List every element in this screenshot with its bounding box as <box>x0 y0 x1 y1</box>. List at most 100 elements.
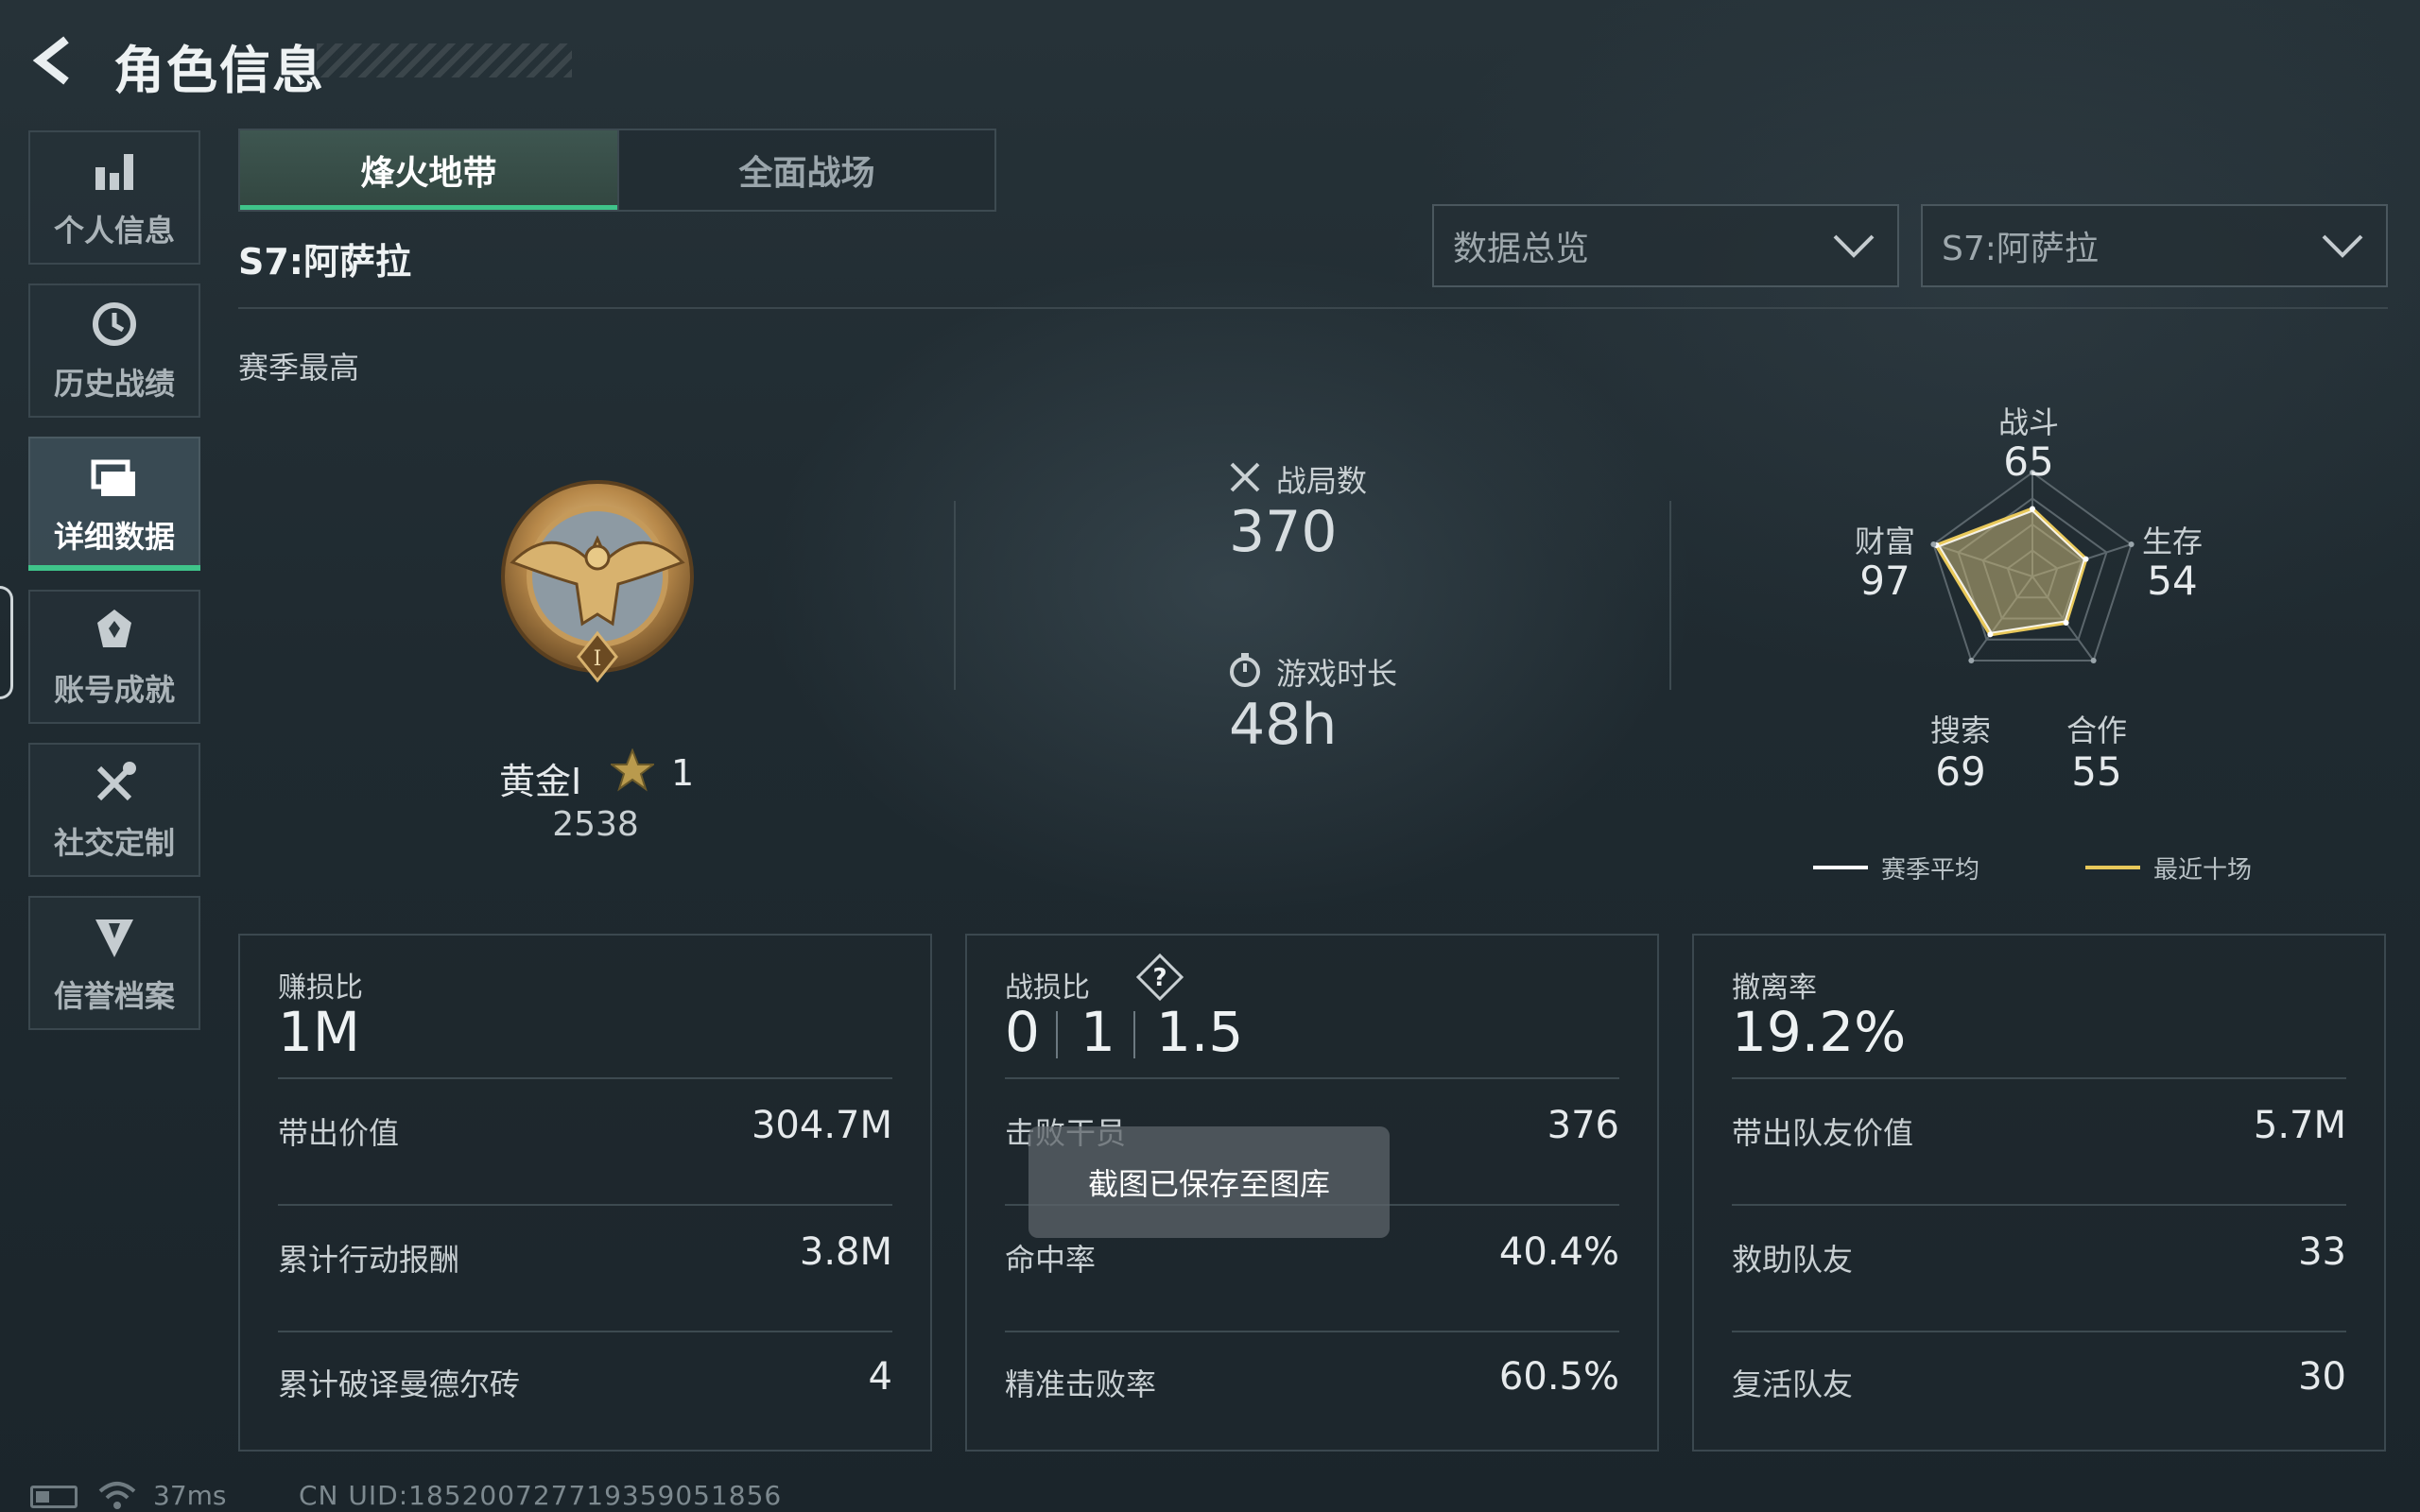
radar-value-wealth: 97 <box>1859 558 1910 604</box>
season-value: S7:阿萨拉 <box>1942 230 2099 268</box>
stat-row-value: 60.5% <box>1498 1355 1619 1399</box>
matches-label: 战局数 <box>1276 463 1368 499</box>
stat-row-value: 40.4% <box>1498 1230 1619 1274</box>
season-title: S7:阿萨拉 <box>238 241 412 283</box>
legend-recent-ten: 最近十场 <box>2153 856 2253 885</box>
radar-point <box>2030 506 2035 512</box>
radar-label-wealth: 财富 <box>1854 524 1915 559</box>
sidebar-item-personal-info[interactable]: 个人信息 <box>28 130 200 265</box>
sidebar-item-reputation[interactable]: 信誉档案 <box>28 896 200 1030</box>
stat-row-label: 带出队友价值 <box>1732 1115 1914 1151</box>
radar-value-survival: 54 <box>2147 558 2198 604</box>
user-uid: CN UID:18520072771935905185​6 <box>299 1480 783 1511</box>
category-value: 数据总览 <box>1453 230 1590 268</box>
radar-value-cooperation: 55 <box>2071 748 2122 795</box>
sidebar-item-label: 个人信息 <box>53 213 175 249</box>
divider <box>1732 1077 2346 1079</box>
radar-label-search: 搜索 <box>1929 713 1991 748</box>
divider <box>1669 501 1671 690</box>
svg-text:I: I <box>594 647 602 671</box>
battery-icon <box>30 1486 78 1508</box>
divider <box>278 1331 892 1332</box>
stat-row-label: 复活队友 <box>1732 1366 1854 1402</box>
title-decoration <box>317 43 572 77</box>
stat-row-label: 累计行动报酬 <box>278 1242 460 1278</box>
radar-axis-tip <box>2090 657 2097 663</box>
radar-axis-tip <box>1968 657 1975 663</box>
radar-label-survival: 生存 <box>2141 524 2203 559</box>
playtime-label: 游戏时长 <box>1276 656 1398 692</box>
radar-point <box>2063 619 2069 626</box>
stopwatch-icon <box>1230 653 1260 687</box>
divider <box>238 307 2388 309</box>
divider <box>954 501 956 690</box>
extraction-card: 撤离率 19.2% 带出队友价值 5.7M 救助队友 33 复活队友 30 <box>1692 934 2386 1452</box>
kdr-value-2: 1 <box>1080 1000 1115 1064</box>
tab-hazard-zone[interactable]: 烽火地带 <box>240 130 617 210</box>
page-title: 角色信息 <box>113 41 325 100</box>
radar-point <box>1987 631 1994 638</box>
rank-score: 2538 <box>552 805 639 844</box>
toast-message: 截图已保存至图库 <box>1028 1126 1390 1238</box>
svg-text:?: ? <box>1152 964 1167 992</box>
stat-row-label: 救助队友 <box>1732 1242 1854 1278</box>
profit-ratio-value: 1M <box>278 1000 360 1064</box>
matches-value: 370 <box>1229 499 1338 565</box>
section-label: 赛季最高 <box>238 350 360 386</box>
rank-badge-icon: I <box>501 480 694 683</box>
sidebar-item-label: 信誉档案 <box>53 978 175 1014</box>
sidebar-item-label: 历史战绩 <box>53 366 175 402</box>
divider <box>1732 1331 2346 1332</box>
divider <box>1732 1204 2346 1206</box>
stat-row-label: 精准击败率 <box>1005 1366 1157 1402</box>
divider <box>1005 1077 1619 1079</box>
star-icon <box>611 748 654 792</box>
rank-name: 黄金Ⅰ <box>499 761 582 802</box>
sidebar-item-detailed-data[interactable]: 详细数据 <box>28 437 200 571</box>
sidebar-item-social[interactable]: 社交定制 <box>28 743 200 877</box>
mode-tabs: 烽火地带 全面战场 <box>238 129 996 212</box>
tab-full-battlefield[interactable]: 全面战场 <box>617 130 994 210</box>
legend-swatch-recent-ten <box>2085 866 2140 869</box>
divider <box>1005 1331 1619 1332</box>
ping-indicator: 37ms <box>153 1480 227 1511</box>
legend-swatch-season-avg <box>1813 866 1868 869</box>
category-dropdown[interactable]: 数据总览 <box>1432 204 1899 287</box>
bar-chart-icon <box>95 154 133 190</box>
radar-label-combat: 战斗 <box>1997 404 2059 440</box>
radar-label-cooperation: 合作 <box>2066 713 2127 748</box>
stat-row-value: 33 <box>2298 1230 2346 1274</box>
achievement-icon <box>97 610 131 647</box>
kdr-value-1: 0 <box>1005 1000 1040 1064</box>
sidebar-item-history[interactable]: 历史战绩 <box>28 284 200 418</box>
radar-value-search: 69 <box>1935 748 1986 795</box>
sidebar-item-achievements[interactable]: 账号成就 <box>28 590 200 724</box>
help-icon[interactable]: ? <box>1135 953 1184 1002</box>
back-arrow-icon[interactable] <box>26 32 83 89</box>
stat-row-value: 5.7M <box>2253 1104 2346 1147</box>
side-drawer-handle[interactable] <box>0 586 13 699</box>
stat-row-value: 3.8M <box>799 1230 892 1274</box>
radar-value-combat: 65 <box>2003 438 2054 485</box>
stat-row-label: 累计破译曼德尔砖 <box>278 1366 521 1402</box>
stat-row-label: 带出价值 <box>278 1115 400 1151</box>
sidebar-item-label: 详细数据 <box>53 519 175 555</box>
history-icon <box>93 302 136 346</box>
playtime-value: 48h <box>1229 692 1338 758</box>
crossed-swords-icon <box>1230 462 1260 492</box>
shield-icon <box>95 919 133 957</box>
chevron-down-icon <box>1833 234 1875 258</box>
stat-row-label: 命中率 <box>1005 1242 1097 1278</box>
chevron-down-icon <box>2322 234 2363 258</box>
tools-icon <box>96 762 136 801</box>
folder-icon <box>91 459 135 496</box>
radar-point <box>2083 556 2089 562</box>
stat-row-value: 304.7M <box>751 1104 892 1147</box>
divider <box>278 1204 892 1206</box>
season-dropdown[interactable]: S7:阿萨拉 <box>1921 204 2388 287</box>
legend-season-avg: 赛季平均 <box>1881 856 1980 885</box>
stat-row-value: 30 <box>2298 1355 2346 1399</box>
sidebar-item-label: 账号成就 <box>53 672 175 708</box>
kdr-value-3: 1.5 <box>1156 1000 1244 1064</box>
sidebar-item-label: 社交定制 <box>53 825 175 861</box>
